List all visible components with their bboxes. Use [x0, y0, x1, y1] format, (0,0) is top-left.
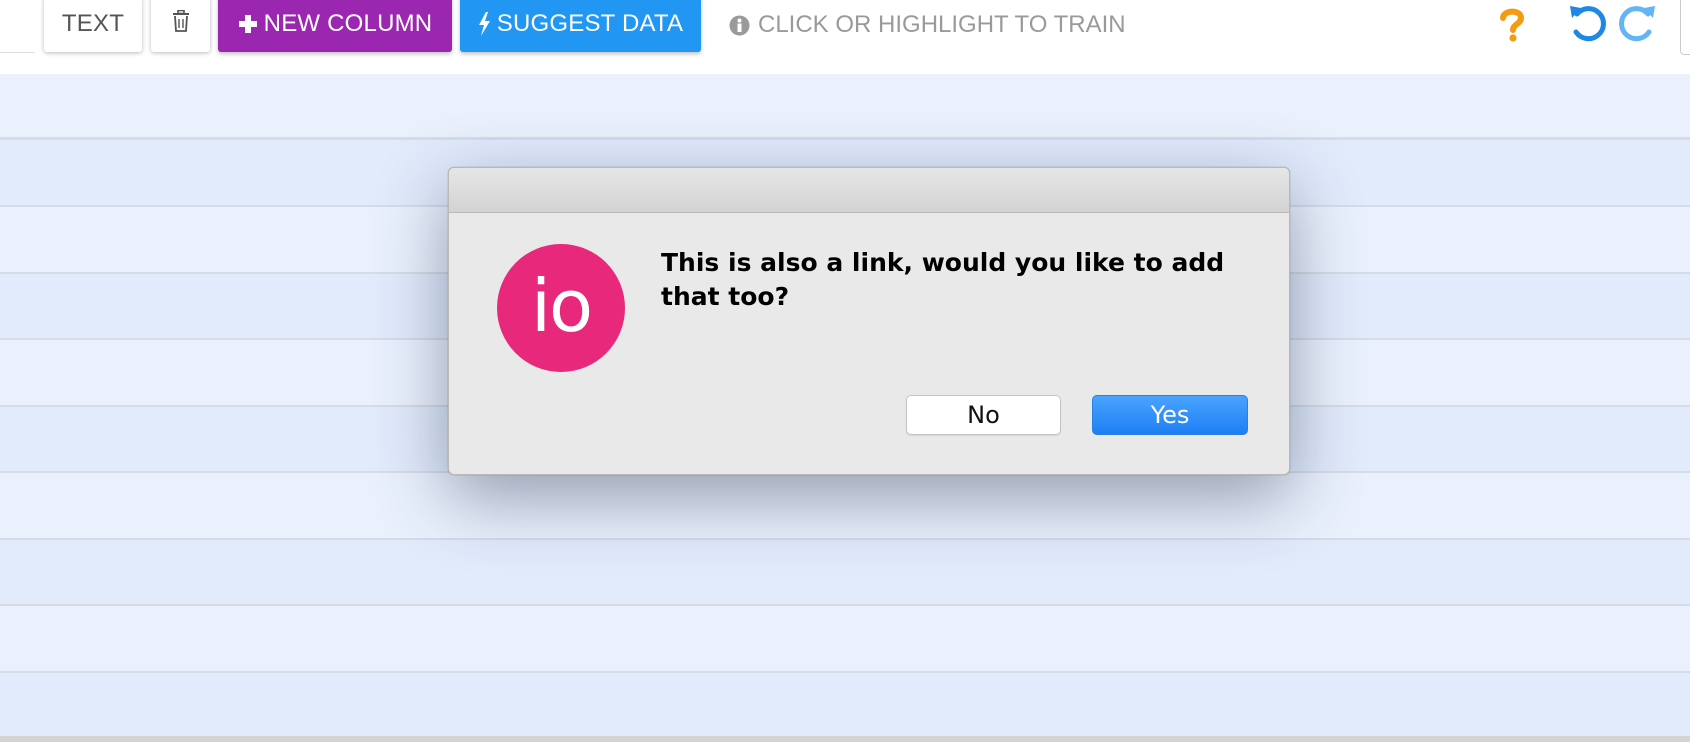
column-header-stub: [0, 6, 35, 53]
confirm-dialog: io This is also a link, would you like t…: [448, 167, 1290, 475]
text-type-button-label: TEXT: [61, 10, 125, 37]
toolbar: TEXT NEW COLUMN SUGGEST DATA CLICK OR HI…: [0, 0, 1690, 74]
table-header-row: [0, 74, 1690, 140]
text-type-button[interactable]: TEXT: [44, 0, 142, 52]
new-column-button[interactable]: NEW COLUMN: [218, 0, 452, 52]
yes-button-label: Yes: [1150, 401, 1190, 429]
training-hint-text: CLICK OR HIGHLIGHT TO TRAIN: [758, 11, 1126, 38]
no-button[interactable]: No: [906, 395, 1061, 435]
table-row[interactable]: [0, 673, 1690, 736]
trash-icon: [171, 9, 191, 39]
yes-button[interactable]: Yes: [1092, 395, 1248, 435]
training-hint: CLICK OR HIGHLIGHT TO TRAIN: [729, 10, 1126, 40]
delete-column-button[interactable]: [151, 0, 210, 52]
bolt-icon: [478, 12, 491, 36]
plus-icon: [238, 14, 258, 34]
table-row[interactable]: [0, 540, 1690, 606]
side-panel-edge: [1680, 0, 1690, 55]
horizontal-scrollbar[interactable]: [0, 736, 1690, 742]
suggest-data-button-label: SUGGEST DATA: [496, 10, 684, 37]
new-column-button-label: NEW COLUMN: [263, 10, 433, 37]
table-row[interactable]: [0, 606, 1690, 673]
dialog-message: This is also a link, would you like to a…: [661, 248, 1225, 311]
undo-icon[interactable]: [1567, 2, 1611, 46]
dialog-titlebar[interactable]: [449, 168, 1289, 213]
no-button-label: No: [967, 401, 1000, 429]
app-logo-text: io: [530, 264, 593, 348]
suggest-data-button[interactable]: SUGGEST DATA: [460, 0, 701, 52]
table-row[interactable]: [0, 473, 1690, 540]
redo-icon[interactable]: [1614, 2, 1658, 46]
info-icon: [729, 15, 750, 36]
question-mark-icon[interactable]: [1495, 4, 1529, 46]
app-logo: io: [497, 244, 625, 372]
